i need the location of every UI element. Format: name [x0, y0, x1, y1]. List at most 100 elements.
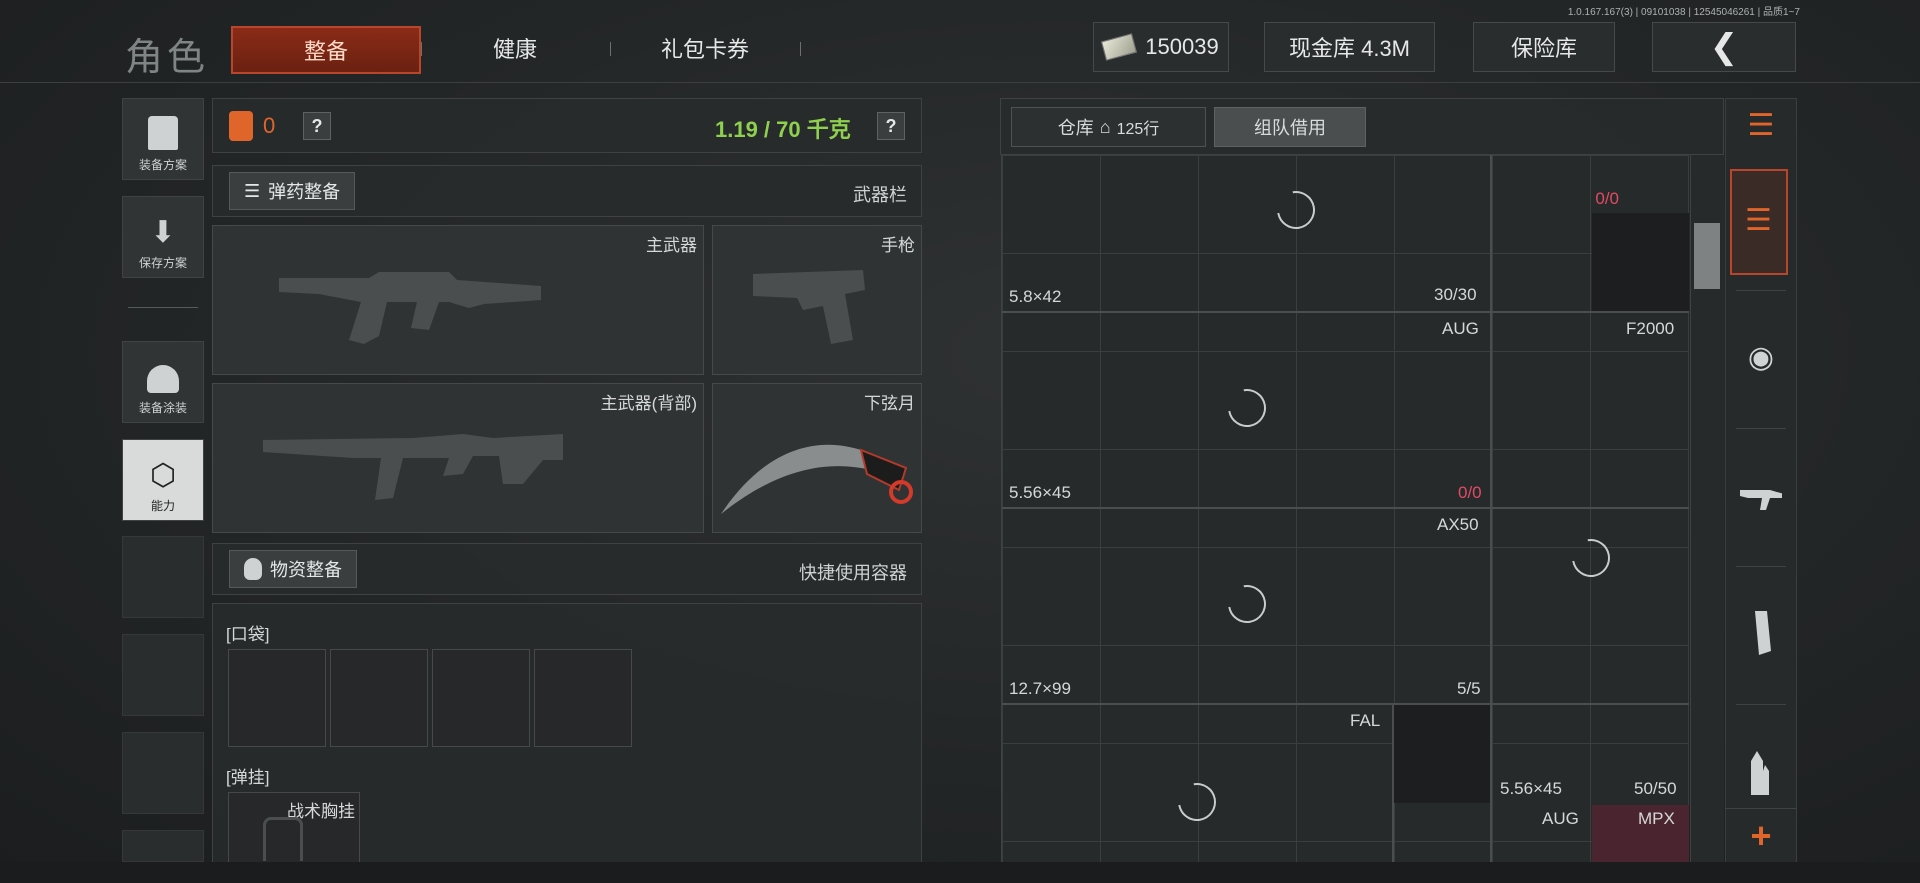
item-name: AUG	[1542, 809, 1579, 828]
item-caliber: 5.56×45	[1500, 779, 1562, 798]
grid-divider	[1002, 703, 1689, 705]
item-count: 50/50	[1634, 779, 1677, 798]
pistol-slot[interactable]: 手枪	[712, 225, 922, 375]
help-icon[interactable]: ?	[877, 112, 905, 140]
item-name: AUG	[1442, 319, 1479, 338]
slot-label: 主武器(背部)	[600, 394, 697, 413]
bottom-bar	[0, 862, 1920, 883]
grid-divider	[1002, 507, 1689, 509]
item-name: F2000	[1626, 319, 1675, 338]
help-icon[interactable]: ?	[303, 112, 331, 140]
scrollbar-track[interactable]	[1690, 155, 1724, 863]
armor-count: 0	[263, 113, 276, 138]
warehouse-grid[interactable]: 0/0 5.8×42 30/30 AUG F2000 5.56×45 0/0 A…	[1001, 155, 1689, 863]
rifle-category-icon	[1740, 490, 1782, 510]
loading-spinner-icon	[1170, 775, 1224, 829]
sidebar-item-label: 装备涂装	[138, 401, 187, 415]
loading-spinner-icon	[1220, 577, 1274, 631]
category-separator	[1736, 290, 1786, 291]
tab-team-borrow[interactable]: 组队借用	[1214, 107, 1366, 147]
empty-slot	[122, 634, 204, 716]
empty-slot	[122, 830, 204, 862]
tab-health[interactable]: 健康	[425, 26, 605, 74]
sidebar-divider	[128, 307, 198, 308]
pocket-slot[interactable]	[534, 649, 632, 747]
loading-spinner-icon	[1220, 381, 1274, 435]
grid-divider	[1490, 703, 1492, 863]
slot-label: 主武器	[646, 236, 697, 255]
supply-loadout-label: 物资整备	[270, 560, 342, 580]
item-caliber: 5.8×42	[1009, 287, 1062, 306]
category-all[interactable]: ☰	[1730, 169, 1788, 275]
item-count: 0/0	[1595, 189, 1619, 208]
rig-label: [弹挂]	[226, 768, 270, 787]
ammo-loadout-button[interactable]: ☰ 弹药整备	[229, 172, 356, 210]
item-count: 5/5	[1457, 679, 1481, 698]
item-name: MPX	[1638, 809, 1675, 828]
karambit-icon	[721, 444, 913, 514]
cash-vault-button[interactable]: 现金库 4.3M	[1264, 22, 1435, 72]
loading-spinner-icon	[1564, 531, 1618, 585]
version-info: 1.0.167.167(3) | 09101038 | 12545046261 …	[1567, 7, 1800, 18]
layers-refresh-icon[interactable]: ☰	[1740, 104, 1782, 146]
melee-slot[interactable]: 下弦月	[712, 383, 922, 533]
category-separator	[1736, 428, 1786, 429]
slot-label: 下弦月	[864, 394, 915, 413]
empty-slot	[122, 536, 204, 618]
mask-icon	[244, 558, 262, 580]
loadout-plan-button[interactable]: 装备方案	[122, 98, 204, 180]
magazine-icon[interactable]	[1740, 611, 1782, 655]
item-cell[interactable]	[1592, 213, 1689, 311]
primary-weapon-slot[interactable]: 主武器	[212, 225, 704, 375]
back-button[interactable]: ❮	[1652, 22, 1796, 72]
grid-divider	[1490, 311, 1492, 507]
grid-divider	[1002, 311, 1689, 313]
tab-loadout[interactable]: 整备	[231, 26, 421, 74]
equipment-skin-button[interactable]: 装备涂装	[122, 341, 204, 423]
item-cell[interactable]	[1394, 705, 1490, 803]
item-count: 30/30	[1434, 285, 1477, 304]
grid-divider	[1490, 155, 1492, 311]
tab-separator	[421, 42, 422, 56]
chevron-left-icon: ❮	[1709, 28, 1739, 66]
ability-button[interactable]: ⬡ 能力	[122, 439, 204, 521]
quick-container-title: 快捷使用容器	[799, 563, 907, 583]
lightning-hex-icon: ⬡	[149, 459, 177, 492]
ammo-header: ☰ 弹药整备 武器栏	[212, 165, 922, 217]
grid-divider	[1490, 507, 1492, 703]
item-count: 0/0	[1458, 483, 1482, 502]
primary-back-weapon-slot[interactable]: 主武器(背部)	[212, 383, 704, 533]
pistol-icon	[753, 270, 865, 344]
safe-vault-button[interactable]: 保险库	[1473, 22, 1615, 72]
armor-icon	[229, 111, 253, 141]
weight-display: 1.19 / 70 千克	[715, 117, 851, 142]
tab-storage[interactable]: 仓库 ⌂ 125行	[1011, 107, 1206, 147]
add-button[interactable]: +	[1725, 808, 1797, 863]
helmet-icon[interactable]: ◉	[1740, 336, 1782, 378]
loadout-summary-bar: 0 ? 1.19 / 70 千克 ?	[212, 98, 922, 153]
banknote-icon	[1101, 33, 1138, 61]
sidebar-item-label: 保存方案	[138, 256, 187, 270]
pockets-label: [口袋]	[226, 625, 270, 644]
money-amount: 150039	[1145, 34, 1219, 59]
tab-gift-cards[interactable]: 礼包卡券	[615, 26, 795, 74]
helmet-icon	[147, 365, 179, 393]
empty-slot	[122, 732, 204, 814]
supply-loadout-button[interactable]: 物资整备	[229, 550, 357, 588]
money-display[interactable]: 150039	[1093, 22, 1229, 72]
weapons-title: 武器栏	[853, 185, 907, 205]
ammo-bullet-icon[interactable]	[1740, 751, 1782, 795]
pocket-slot[interactable]	[432, 649, 530, 747]
scrollbar-thumb[interactable]	[1694, 223, 1720, 289]
magazine-category-icon	[1755, 611, 1771, 655]
download-icon: ⬇	[150, 216, 176, 249]
rifle-icon	[279, 272, 541, 344]
save-plan-button[interactable]: ⬇ 保存方案	[122, 196, 204, 278]
item-name: FAL	[1350, 711, 1381, 730]
rifle-icon[interactable]	[1740, 476, 1782, 518]
pocket-slot[interactable]	[330, 649, 428, 747]
item-caliber: 5.56×45	[1009, 483, 1071, 502]
chest-rig-slot[interactable]: 战术胸挂	[228, 792, 360, 863]
pocket-slot[interactable]	[228, 649, 326, 747]
slot-label: 手枪	[881, 236, 915, 255]
